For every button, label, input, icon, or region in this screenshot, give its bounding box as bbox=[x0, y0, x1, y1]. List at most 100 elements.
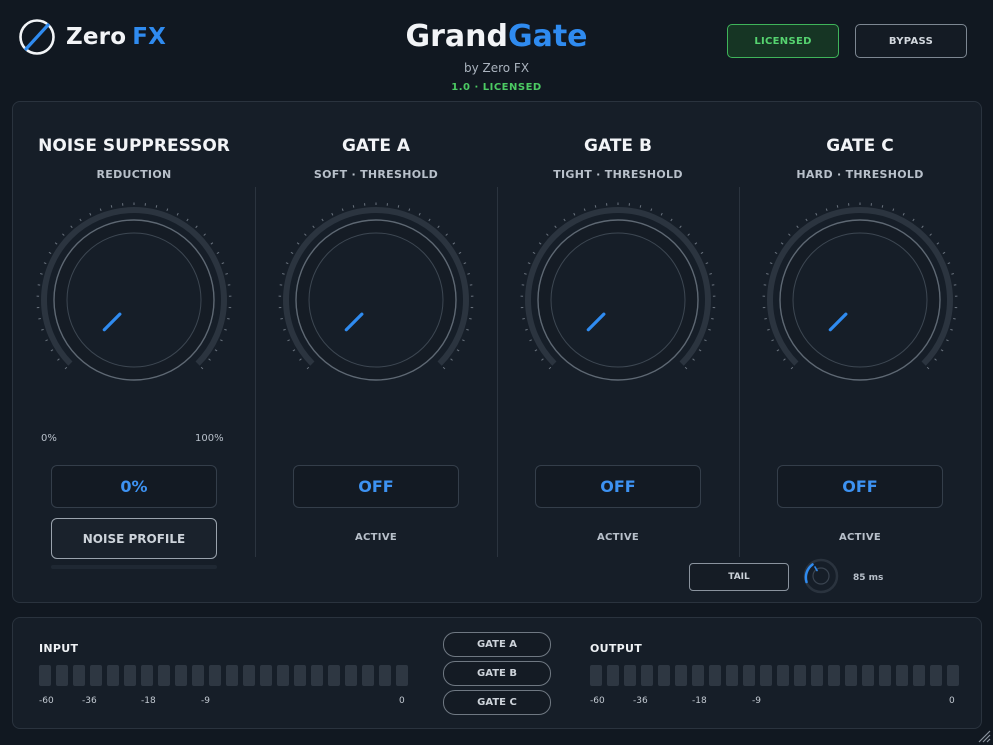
knob-tick bbox=[934, 358, 937, 361]
knob-tick bbox=[529, 339, 532, 342]
knob-tick bbox=[583, 208, 586, 212]
meter-segment bbox=[947, 665, 959, 686]
meter-segment bbox=[311, 665, 323, 686]
knob-tick bbox=[912, 218, 915, 222]
tail-knob[interactable] bbox=[803, 558, 839, 594]
title-part-2: Gate bbox=[507, 19, 588, 54]
output-meter-label: OUTPUT bbox=[590, 642, 643, 655]
knob-tick bbox=[456, 349, 460, 352]
meter-segment bbox=[760, 665, 772, 686]
noise-profile-button[interactable]: NOISE PROFILE bbox=[51, 518, 217, 559]
module-subtitle: HARD · THRESHOLD bbox=[796, 168, 924, 181]
meter-segment bbox=[794, 665, 806, 686]
resize-grip-icon[interactable] bbox=[977, 729, 991, 743]
gate-b-value-display: OFF bbox=[535, 465, 701, 508]
knob-tick bbox=[321, 218, 324, 222]
knob-tick bbox=[705, 262, 709, 265]
meter-segment bbox=[379, 665, 391, 686]
gate-a-value-display: OFF bbox=[293, 465, 459, 508]
knob-tick bbox=[45, 339, 48, 342]
knob-tick bbox=[687, 233, 690, 236]
reduction-knob[interactable] bbox=[34, 200, 234, 400]
knob-tick bbox=[224, 328, 227, 331]
knob-tick bbox=[214, 349, 218, 352]
knob-tick bbox=[89, 212, 92, 216]
knob-tick bbox=[926, 366, 930, 370]
reduction-value-display: 0% bbox=[51, 465, 217, 508]
knob-tick bbox=[573, 212, 576, 216]
knob-tick bbox=[767, 328, 770, 331]
knob-tick bbox=[408, 208, 411, 212]
knob-tick bbox=[921, 225, 924, 229]
gate-b-module: GATE B TIGHT · THRESHOLD OFF ACTIVE bbox=[497, 102, 739, 604]
meter-segment bbox=[277, 665, 289, 686]
meter-segment bbox=[811, 665, 823, 686]
gate-c-module: GATE C HARD · THRESHOLD OFF ACTIVE bbox=[739, 102, 981, 604]
module-subtitle: TIGHT · THRESHOLD bbox=[553, 168, 683, 181]
meter-segment bbox=[124, 665, 136, 686]
meter-segment bbox=[141, 665, 153, 686]
meter-segment bbox=[362, 665, 374, 686]
knob-tick bbox=[203, 233, 206, 236]
licensed-button[interactable]: LICENSED bbox=[727, 24, 839, 58]
knob-tick bbox=[796, 225, 799, 229]
tail-value: 85 ms bbox=[853, 573, 884, 583]
knob-tick bbox=[341, 208, 344, 212]
knob-tick bbox=[99, 208, 102, 212]
tail-button[interactable]: TAIL bbox=[689, 563, 789, 591]
knob-tick bbox=[709, 273, 712, 275]
knob-tick bbox=[650, 208, 653, 212]
gate-a-threshold-knob[interactable] bbox=[276, 200, 476, 400]
module-title: GATE A bbox=[341, 136, 411, 156]
knob-tick bbox=[216, 251, 220, 255]
knob-tick bbox=[679, 225, 682, 229]
knob-tick bbox=[525, 328, 528, 331]
meter-segment bbox=[396, 665, 408, 686]
knob-tick bbox=[200, 366, 204, 370]
meter-segment bbox=[345, 665, 357, 686]
knob-tick bbox=[947, 262, 951, 265]
module-subtitle: SOFT · THRESHOLD bbox=[313, 168, 439, 181]
meter-segment bbox=[175, 665, 187, 686]
knob-tick bbox=[304, 233, 307, 236]
meter-segment bbox=[607, 665, 619, 686]
plugin-title-block: GrandGate by Zero FX 1.0 · LICENSED bbox=[0, 18, 993, 93]
bypass-button[interactable]: BYPASS bbox=[855, 24, 967, 58]
meter-segment bbox=[675, 665, 687, 686]
gate-b-active-label: ACTIVE bbox=[597, 532, 639, 543]
knob-tick bbox=[210, 242, 214, 245]
knob-tick bbox=[527, 262, 531, 265]
noise-suppressor-module: NOISE SUPPRESSOR REDUCTION 0% 100% 0% NO… bbox=[13, 102, 255, 604]
knob-tick bbox=[466, 328, 469, 331]
knob-tick bbox=[79, 218, 82, 222]
gate-b-threshold-knob[interactable] bbox=[518, 200, 718, 400]
meter-segment bbox=[107, 665, 119, 686]
knob-tick bbox=[929, 233, 932, 236]
knob-tick bbox=[445, 233, 448, 236]
output-level-meter bbox=[590, 665, 959, 686]
meter-segment bbox=[260, 665, 272, 686]
byline: by Zero FX bbox=[463, 61, 530, 75]
gate-c-select-button[interactable]: GATE C bbox=[443, 690, 551, 715]
knob-tick bbox=[790, 366, 794, 370]
knob-tick bbox=[186, 218, 189, 222]
knob-tick bbox=[43, 262, 47, 265]
knob-tick bbox=[54, 242, 58, 245]
meter-segment bbox=[590, 665, 602, 686]
gate-b-select-button[interactable]: GATE B bbox=[443, 661, 551, 686]
knob-tick bbox=[639, 205, 642, 208]
meter-segment bbox=[930, 665, 942, 686]
meter-segment bbox=[90, 665, 102, 686]
knob-tick bbox=[221, 262, 225, 265]
knob-tick bbox=[708, 328, 711, 331]
version-license-status: 1.0 · LICENSED bbox=[451, 82, 542, 93]
output-scale-tick: -60 bbox=[590, 696, 605, 706]
knob-tick bbox=[176, 212, 179, 216]
knob-tick bbox=[287, 339, 290, 342]
knob-tick bbox=[698, 349, 702, 352]
meter-segment bbox=[777, 665, 789, 686]
knob-tick bbox=[41, 328, 44, 331]
knob-cap bbox=[792, 232, 928, 368]
gate-a-select-button[interactable]: GATE A bbox=[443, 632, 551, 657]
gate-c-threshold-knob[interactable] bbox=[760, 200, 960, 400]
